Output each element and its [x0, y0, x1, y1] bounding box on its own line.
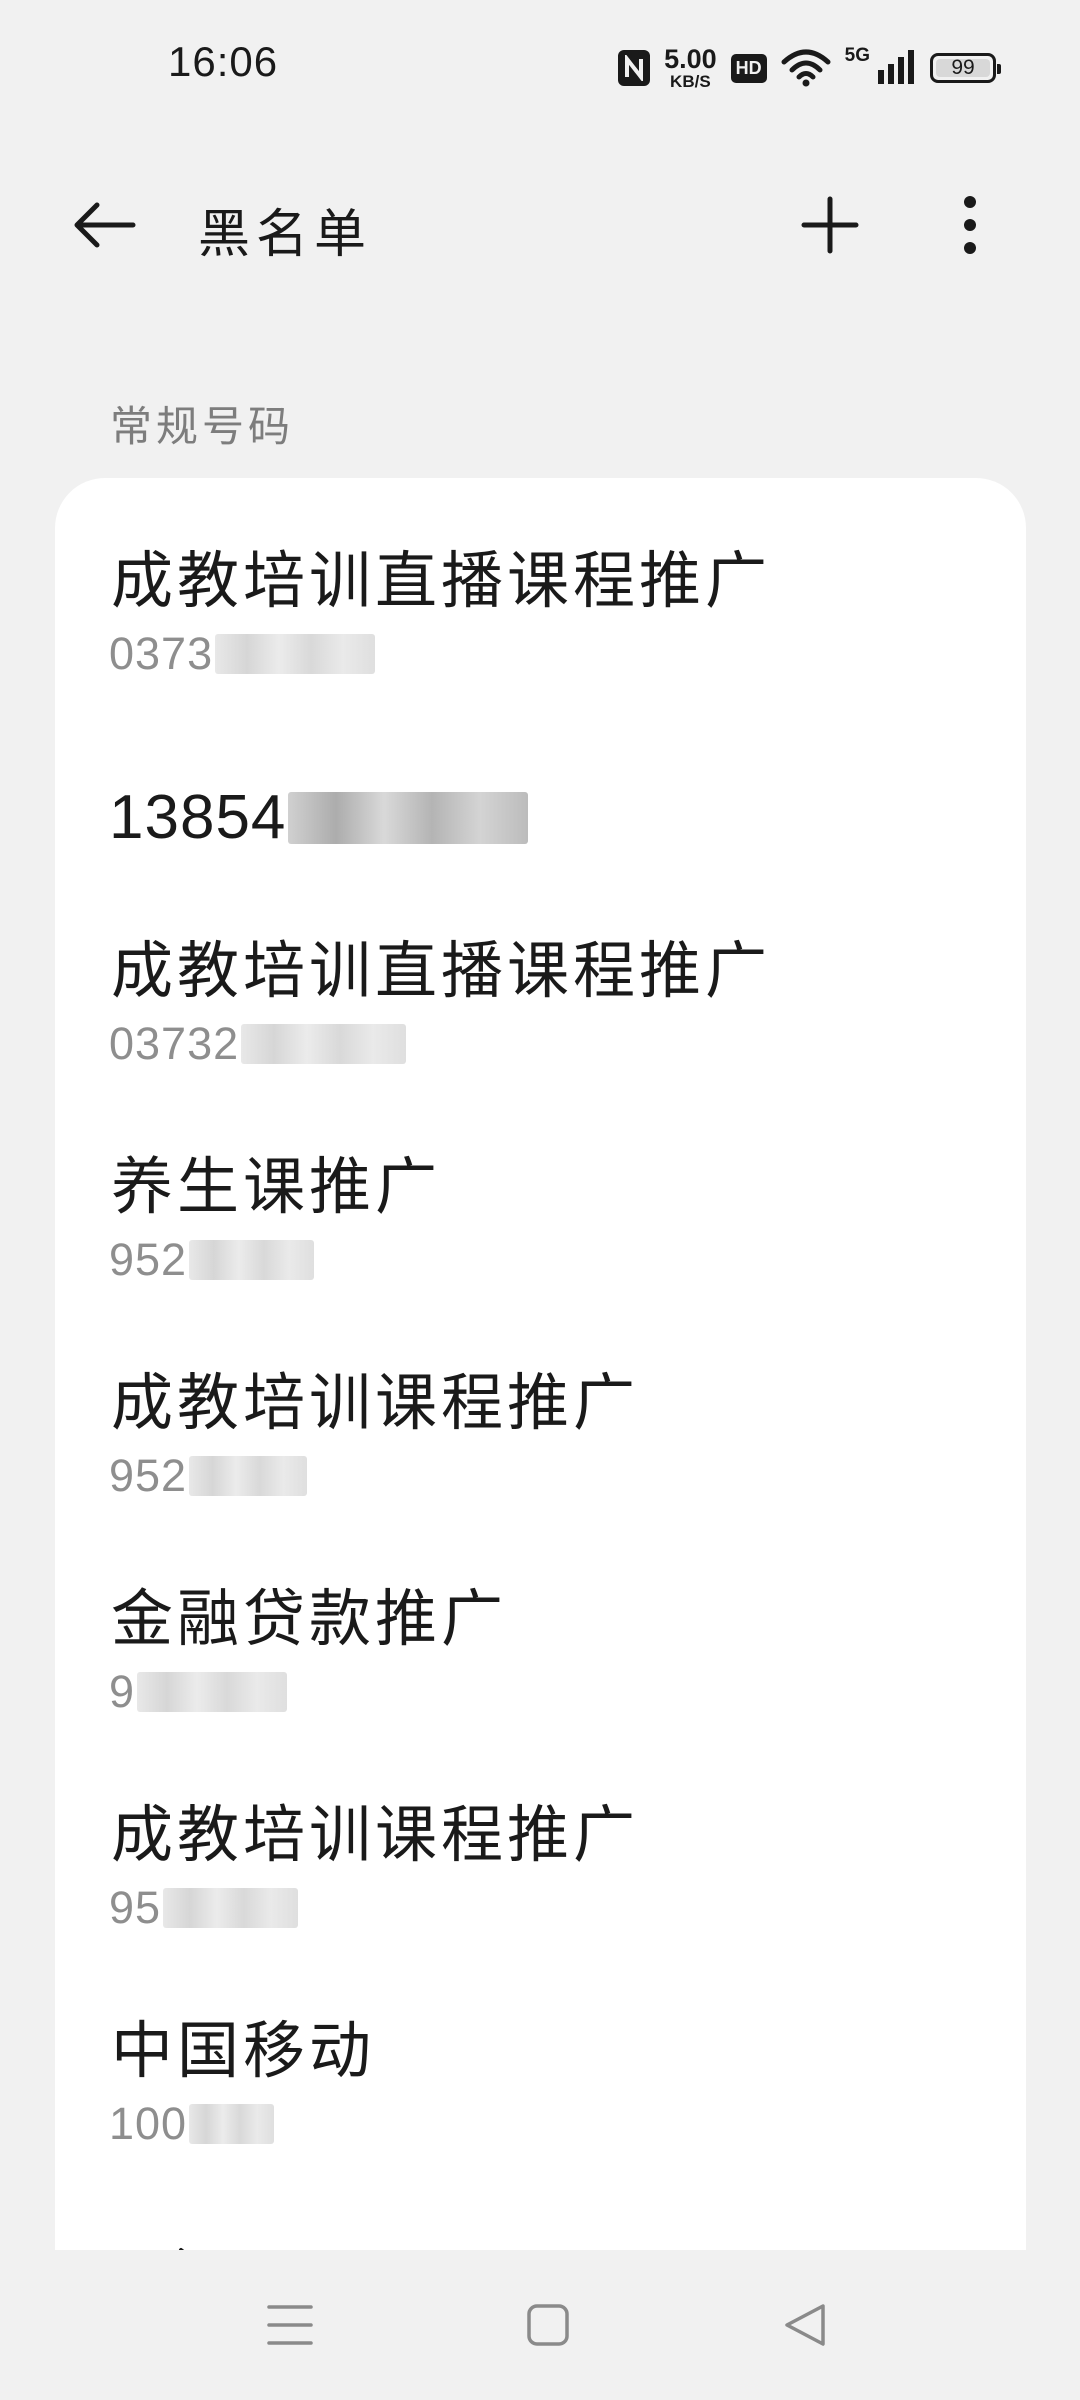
redacted-digits — [189, 1240, 315, 1280]
contact-name: 金融贷款推广 — [111, 1582, 508, 1655]
battery-level: 99 — [951, 56, 975, 79]
phone-number: 0373 — [109, 628, 376, 680]
redacted-digits — [288, 791, 529, 844]
list-item[interactable]: 成教培训课程推广 95 — [55, 1784, 1026, 1994]
status-bar: 16:06 5.00 KB/S HD 5G 99 — [0, 0, 1080, 135]
contact-name: 中国移动 — [111, 2014, 376, 2087]
contact-name: 成教培训课程推广 — [111, 1366, 640, 1439]
phone-number: 13854 — [109, 782, 529, 853]
phone-number-prefix: 100 — [109, 2098, 188, 2149]
contact-name: 养生课推广 — [111, 1150, 442, 1223]
triangle-back-icon — [785, 2304, 825, 2346]
contact-name: 成教培训直播课程推广 — [111, 544, 772, 617]
status-icons: 5.00 KB/S HD 5G 99 — [618, 42, 1001, 94]
wifi-icon — [781, 49, 831, 87]
list-item[interactable]: 中国移动 100 — [55, 2000, 1026, 2210]
phone-number: 03732 — [109, 1018, 407, 1070]
redacted-digits — [189, 1456, 308, 1496]
nav-home-button[interactable] — [503, 2290, 593, 2360]
arrow-left-icon — [74, 202, 136, 248]
phone-number: 952 — [109, 1234, 315, 1286]
phone-number: 952 — [109, 1450, 308, 1502]
nav-menu-button[interactable] — [245, 2290, 335, 2360]
section-header: 常规号码 — [110, 402, 295, 451]
back-button[interactable] — [62, 192, 146, 258]
status-time: 16:06 — [168, 38, 279, 85]
phone-number-prefix: 03732 — [109, 1018, 240, 1069]
network-type-label: 5G — [844, 45, 870, 66]
phone-number: 95 — [109, 1882, 299, 1934]
network-speed: 5.00 KB/S — [664, 44, 717, 91]
redacted-digits — [215, 634, 376, 674]
redacted-digits — [189, 2104, 275, 2144]
battery-icon: 99 — [930, 53, 1001, 83]
system-navigation-bar — [0, 2250, 1080, 2400]
list-item[interactable]: 成教培训直播课程推广 0373 — [55, 530, 1026, 740]
signal-strength-icon — [878, 50, 914, 84]
app-bar: 黑名单 — [0, 170, 1080, 280]
list-item[interactable]: 养生课推广 952 — [55, 1136, 1026, 1346]
list-item[interactable]: 成教培训课程推广 952 — [55, 1352, 1026, 1562]
phone-number-prefix: 9 — [109, 1666, 136, 1717]
plus-icon — [801, 196, 859, 254]
redacted-digits — [163, 1888, 299, 1928]
phone-number-prefix: 952 — [109, 1234, 188, 1285]
phone-number: 9 — [109, 1666, 288, 1718]
network-speed-unit: KB/S — [670, 72, 711, 91]
phone-number-prefix: 0373 — [109, 628, 214, 679]
phone-number-prefix: 95 — [109, 1882, 162, 1933]
phone-number-prefix: 952 — [109, 1450, 188, 1501]
list-item[interactable]: 13854 — [55, 740, 1026, 950]
redacted-digits — [137, 1672, 288, 1712]
nfc-icon — [618, 50, 651, 86]
more-vertical-icon — [964, 196, 976, 254]
list-item[interactable]: 金融贷款推广 9 — [55, 1568, 1026, 1778]
contact-name: 成教培训课程推广 — [111, 1798, 640, 1871]
redacted-digits — [241, 1024, 407, 1064]
blocked-numbers-card: 成教培训直播课程推广 0373 13854 成教培训直播课程推广 03732 养… — [55, 478, 1026, 2258]
contact-name: 成教培训直播课程推广 — [111, 934, 772, 1007]
page-title: 黑名单 — [198, 205, 373, 265]
phone-number: 100 — [109, 2098, 275, 2150]
menu-icon — [267, 2305, 313, 2345]
add-button[interactable] — [790, 190, 870, 260]
square-icon — [527, 2304, 569, 2346]
more-options-button[interactable] — [940, 190, 1000, 260]
hd-badge: HD — [730, 53, 767, 83]
phone-number-prefix: 13854 — [109, 783, 287, 852]
network-speed-value: 5.00 — [664, 44, 717, 74]
nav-back-button[interactable] — [760, 2290, 850, 2360]
list-item[interactable]: 成教培训直播课程推广 03732 — [55, 920, 1026, 1130]
